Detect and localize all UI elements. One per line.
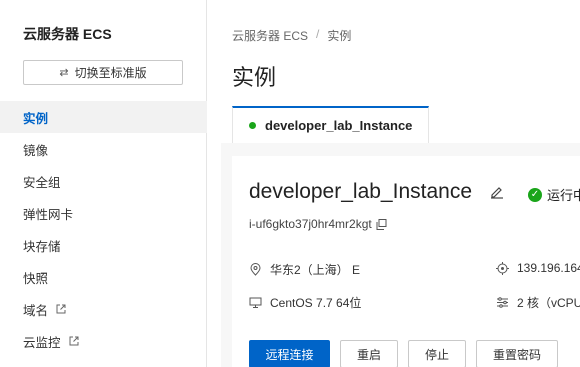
page-title: 实例 <box>232 65 277 90</box>
sidebar-item-label: 域名 <box>23 303 49 318</box>
breadcrumb-separator: / <box>316 27 320 41</box>
instance-name: developer_lab_Instance <box>249 180 473 203</box>
sidebar-item-label: 块存储 <box>23 239 61 254</box>
external-link-icon <box>69 336 79 346</box>
sidebar-title: 云服务器 ECS <box>23 26 112 42</box>
check-circle-icon: ✓ <box>528 187 542 202</box>
switch-icon: ⇄ <box>59 67 69 79</box>
sidebar-nav: 实例 镜像 安全组 弹性网卡 块存储 快照 域名 云监控 <box>0 101 207 357</box>
status-dot <box>249 122 256 129</box>
sidebar-item-label: 云监控 <box>23 335 61 350</box>
instance-id: i-uf6gkto37j0hr4mr2kgt <box>249 217 387 231</box>
action-buttons: 远程连接 重启 停止 重置密码 <box>249 340 559 367</box>
sidebar-item-label: 弹性网卡 <box>23 207 74 222</box>
tab-label: developer_lab_Instance <box>265 118 413 133</box>
instance-card: developer_lab_Instance ✓ 运行中 i-uf6gkto37… <box>232 156 580 367</box>
tab-instance[interactable]: developer_lab_Instance <box>232 106 429 143</box>
switch-label: 切换至标准版 <box>74 66 147 80</box>
os-text: CentOS 7.7 64位 <box>270 296 362 310</box>
sidebar-item-label: 安全组 <box>23 175 61 190</box>
ip-info: 139.196.164 <box>496 261 580 275</box>
sidebar-item-label: 镜像 <box>23 143 49 158</box>
restart-button[interactable]: 重启 <box>340 340 399 367</box>
breadcrumb: 云服务器 ECS / 实例 <box>232 27 351 44</box>
sliders-icon <box>497 297 508 308</box>
sidebar-item-eni[interactable]: 弹性网卡 <box>0 197 207 229</box>
sidebar-item-security-groups[interactable]: 安全组 <box>0 165 207 197</box>
location-icon <box>250 263 261 276</box>
breadcrumb-item: 实例 <box>327 29 352 43</box>
copy-icon[interactable] <box>376 218 387 230</box>
sidebar-item-block-storage[interactable]: 块存储 <box>0 229 207 261</box>
switch-to-standard-button[interactable]: ⇄ 切换至标准版 <box>23 60 183 85</box>
sidebar: 云服务器 ECS ⇄ 切换至标准版 实例 镜像 安全组 弹性网卡 块存储 快照 … <box>0 0 207 367</box>
stop-button[interactable]: 停止 <box>408 340 467 367</box>
target-icon <box>496 261 509 275</box>
sidebar-item-cloud-monitor[interactable]: 云监控 <box>0 325 207 357</box>
remote-connect-button[interactable]: 远程连接 <box>249 340 330 367</box>
region-text: 华东2（上海） E <box>270 263 361 277</box>
sidebar-item-label: 快照 <box>23 271 49 286</box>
sidebar-item-domains[interactable]: 域名 <box>0 293 207 325</box>
monitor-icon <box>249 297 262 308</box>
external-link-icon <box>56 304 66 314</box>
sidebar-item-label: 实例 <box>23 111 49 126</box>
main-content: 云服务器 ECS / 实例 实例 developer_lab_Instance … <box>207 0 580 367</box>
status-text: 运行中 <box>547 188 580 203</box>
ip-text: 139.196.164 <box>517 261 580 275</box>
cpu-text: 2 核（vCPU <box>517 296 580 310</box>
os-info: CentOS 7.7 64位 <box>249 294 361 311</box>
instance-id-text: i-uf6gkto37j0hr4mr2kgt <box>249 217 372 231</box>
sidebar-item-snapshots[interactable]: 快照 <box>0 261 207 293</box>
sidebar-item-instances[interactable]: 实例 <box>0 101 207 133</box>
sidebar-item-images[interactable]: 镜像 <box>0 133 207 165</box>
edit-icon[interactable] <box>490 185 504 199</box>
cpu-info: 2 核（vCPU <box>496 294 580 311</box>
breadcrumb-item[interactable]: 云服务器 ECS <box>232 27 308 44</box>
status-badge: ✓ 运行中 <box>528 185 580 204</box>
reset-password-button[interactable]: 重置密码 <box>476 340 559 367</box>
region-info: 华东2（上海） E <box>249 261 360 278</box>
